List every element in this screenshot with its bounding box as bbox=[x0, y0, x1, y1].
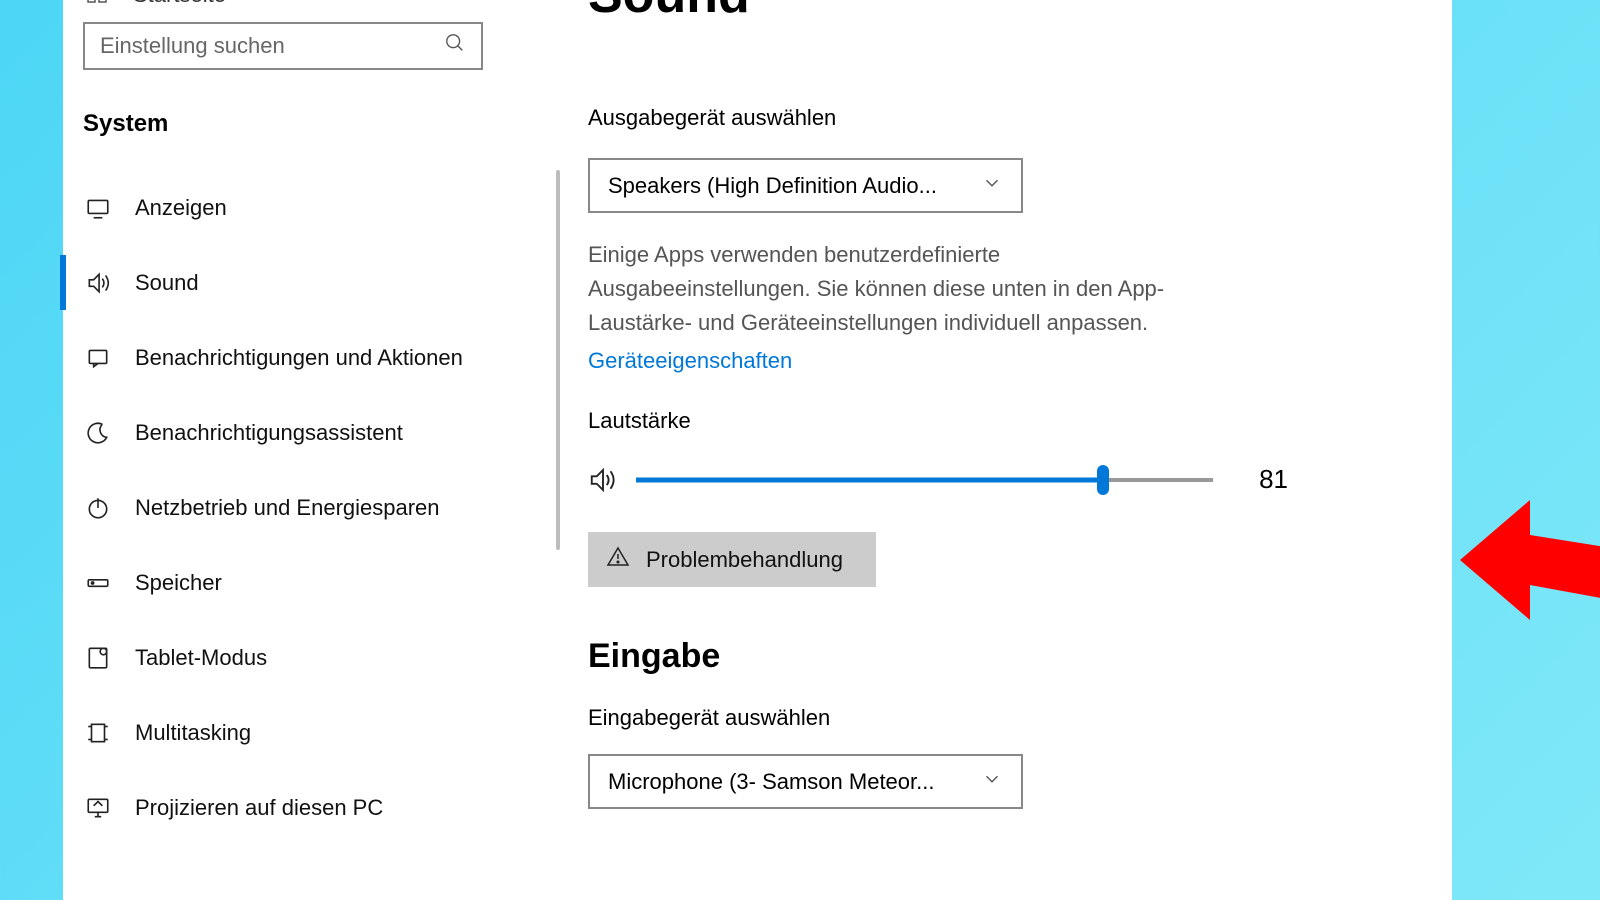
output-device-label: Ausgabegerät auswählen bbox=[588, 105, 836, 131]
sidebar-item-label: Startseite bbox=[133, 0, 226, 8]
volume-slider[interactable] bbox=[636, 478, 1213, 482]
sidebar-item-label: Projizieren auf diesen PC bbox=[135, 795, 383, 821]
home-icon bbox=[83, 0, 111, 10]
storage-icon bbox=[83, 570, 113, 596]
sidebar-item-label: Speicher bbox=[135, 570, 222, 596]
slider-thumb[interactable] bbox=[1097, 465, 1109, 495]
output-device-dropdown[interactable]: Speakers (High Definition Audio... bbox=[588, 158, 1023, 213]
output-device-selected: Speakers (High Definition Audio... bbox=[608, 173, 937, 199]
slider-fill bbox=[636, 477, 1103, 482]
input-heading: Eingabe bbox=[588, 637, 720, 676]
tablet-icon bbox=[83, 645, 113, 671]
search-input[interactable]: Einstellung suchen bbox=[83, 22, 483, 70]
main-content: Sound Ausgabegerät auswählen Speakers (H… bbox=[560, 0, 1452, 900]
search-placeholder: Einstellung suchen bbox=[100, 33, 285, 59]
troubleshoot-button[interactable]: Problembehandlung bbox=[588, 532, 876, 587]
input-device-selected: Microphone (3- Samson Meteor... bbox=[608, 769, 934, 795]
speaker-icon[interactable] bbox=[588, 465, 618, 495]
sidebar-item-multitasking[interactable]: Multitasking bbox=[63, 695, 560, 770]
settings-window: Startseite Einstellung suchen System Anz… bbox=[63, 0, 1452, 900]
sidebar-nav: Anzeigen Sound Benachrichtigungen und Ak… bbox=[63, 170, 560, 845]
power-icon bbox=[83, 495, 113, 521]
sidebar-item-power[interactable]: Netzbetrieb und Energiesparen bbox=[63, 470, 560, 545]
display-icon bbox=[83, 195, 113, 221]
projecting-icon bbox=[83, 795, 113, 821]
sidebar-item-label: Netzbetrieb und Energiesparen bbox=[135, 495, 440, 521]
input-device-label: Eingabegerät auswählen bbox=[588, 705, 830, 731]
search-icon bbox=[444, 32, 466, 60]
sidebar-item-notifications[interactable]: Benachrichtigungen und Aktionen bbox=[63, 320, 560, 395]
sidebar-item-label: Sound bbox=[135, 270, 199, 296]
notifications-icon bbox=[83, 345, 113, 371]
sidebar: Startseite Einstellung suchen System Anz… bbox=[63, 0, 560, 900]
output-description: Einige Apps verwenden benutzerdefinierte… bbox=[588, 238, 1208, 340]
sidebar-item-tablet[interactable]: Tablet-Modus bbox=[63, 620, 560, 695]
sidebar-item-focus-assist[interactable]: Benachrichtigungsassistent bbox=[63, 395, 560, 470]
sidebar-item-label: Tablet-Modus bbox=[135, 645, 267, 671]
multitasking-icon bbox=[83, 720, 113, 746]
sidebar-item-label: Anzeigen bbox=[135, 195, 227, 221]
input-device-dropdown[interactable]: Microphone (3- Samson Meteor... bbox=[588, 754, 1023, 809]
sidebar-item-home[interactable]: Startseite bbox=[83, 0, 226, 10]
chevron-down-icon bbox=[981, 172, 1003, 200]
volume-row: 81 bbox=[588, 452, 1288, 507]
sidebar-item-display[interactable]: Anzeigen bbox=[63, 170, 560, 245]
volume-value: 81 bbox=[1243, 464, 1288, 495]
sound-icon bbox=[83, 270, 113, 296]
device-properties-link[interactable]: Geräteeigenschaften bbox=[588, 348, 792, 374]
troubleshoot-label: Problembehandlung bbox=[646, 547, 843, 573]
sidebar-section-title: System bbox=[83, 110, 168, 138]
sidebar-item-storage[interactable]: Speicher bbox=[63, 545, 560, 620]
chevron-down-icon bbox=[981, 768, 1003, 796]
warning-icon bbox=[606, 545, 630, 575]
sidebar-item-sound[interactable]: Sound bbox=[63, 245, 560, 320]
moon-icon bbox=[83, 420, 113, 446]
sidebar-item-label: Multitasking bbox=[135, 720, 251, 746]
sidebar-item-label: Benachrichtigungen und Aktionen bbox=[135, 345, 463, 371]
volume-label: Lautstärke bbox=[588, 408, 691, 434]
page-title: Sound bbox=[588, 0, 750, 25]
annotation-arrow bbox=[1460, 500, 1600, 680]
sidebar-item-projecting[interactable]: Projizieren auf diesen PC bbox=[63, 770, 560, 845]
sidebar-item-label: Benachrichtigungsassistent bbox=[135, 420, 403, 446]
